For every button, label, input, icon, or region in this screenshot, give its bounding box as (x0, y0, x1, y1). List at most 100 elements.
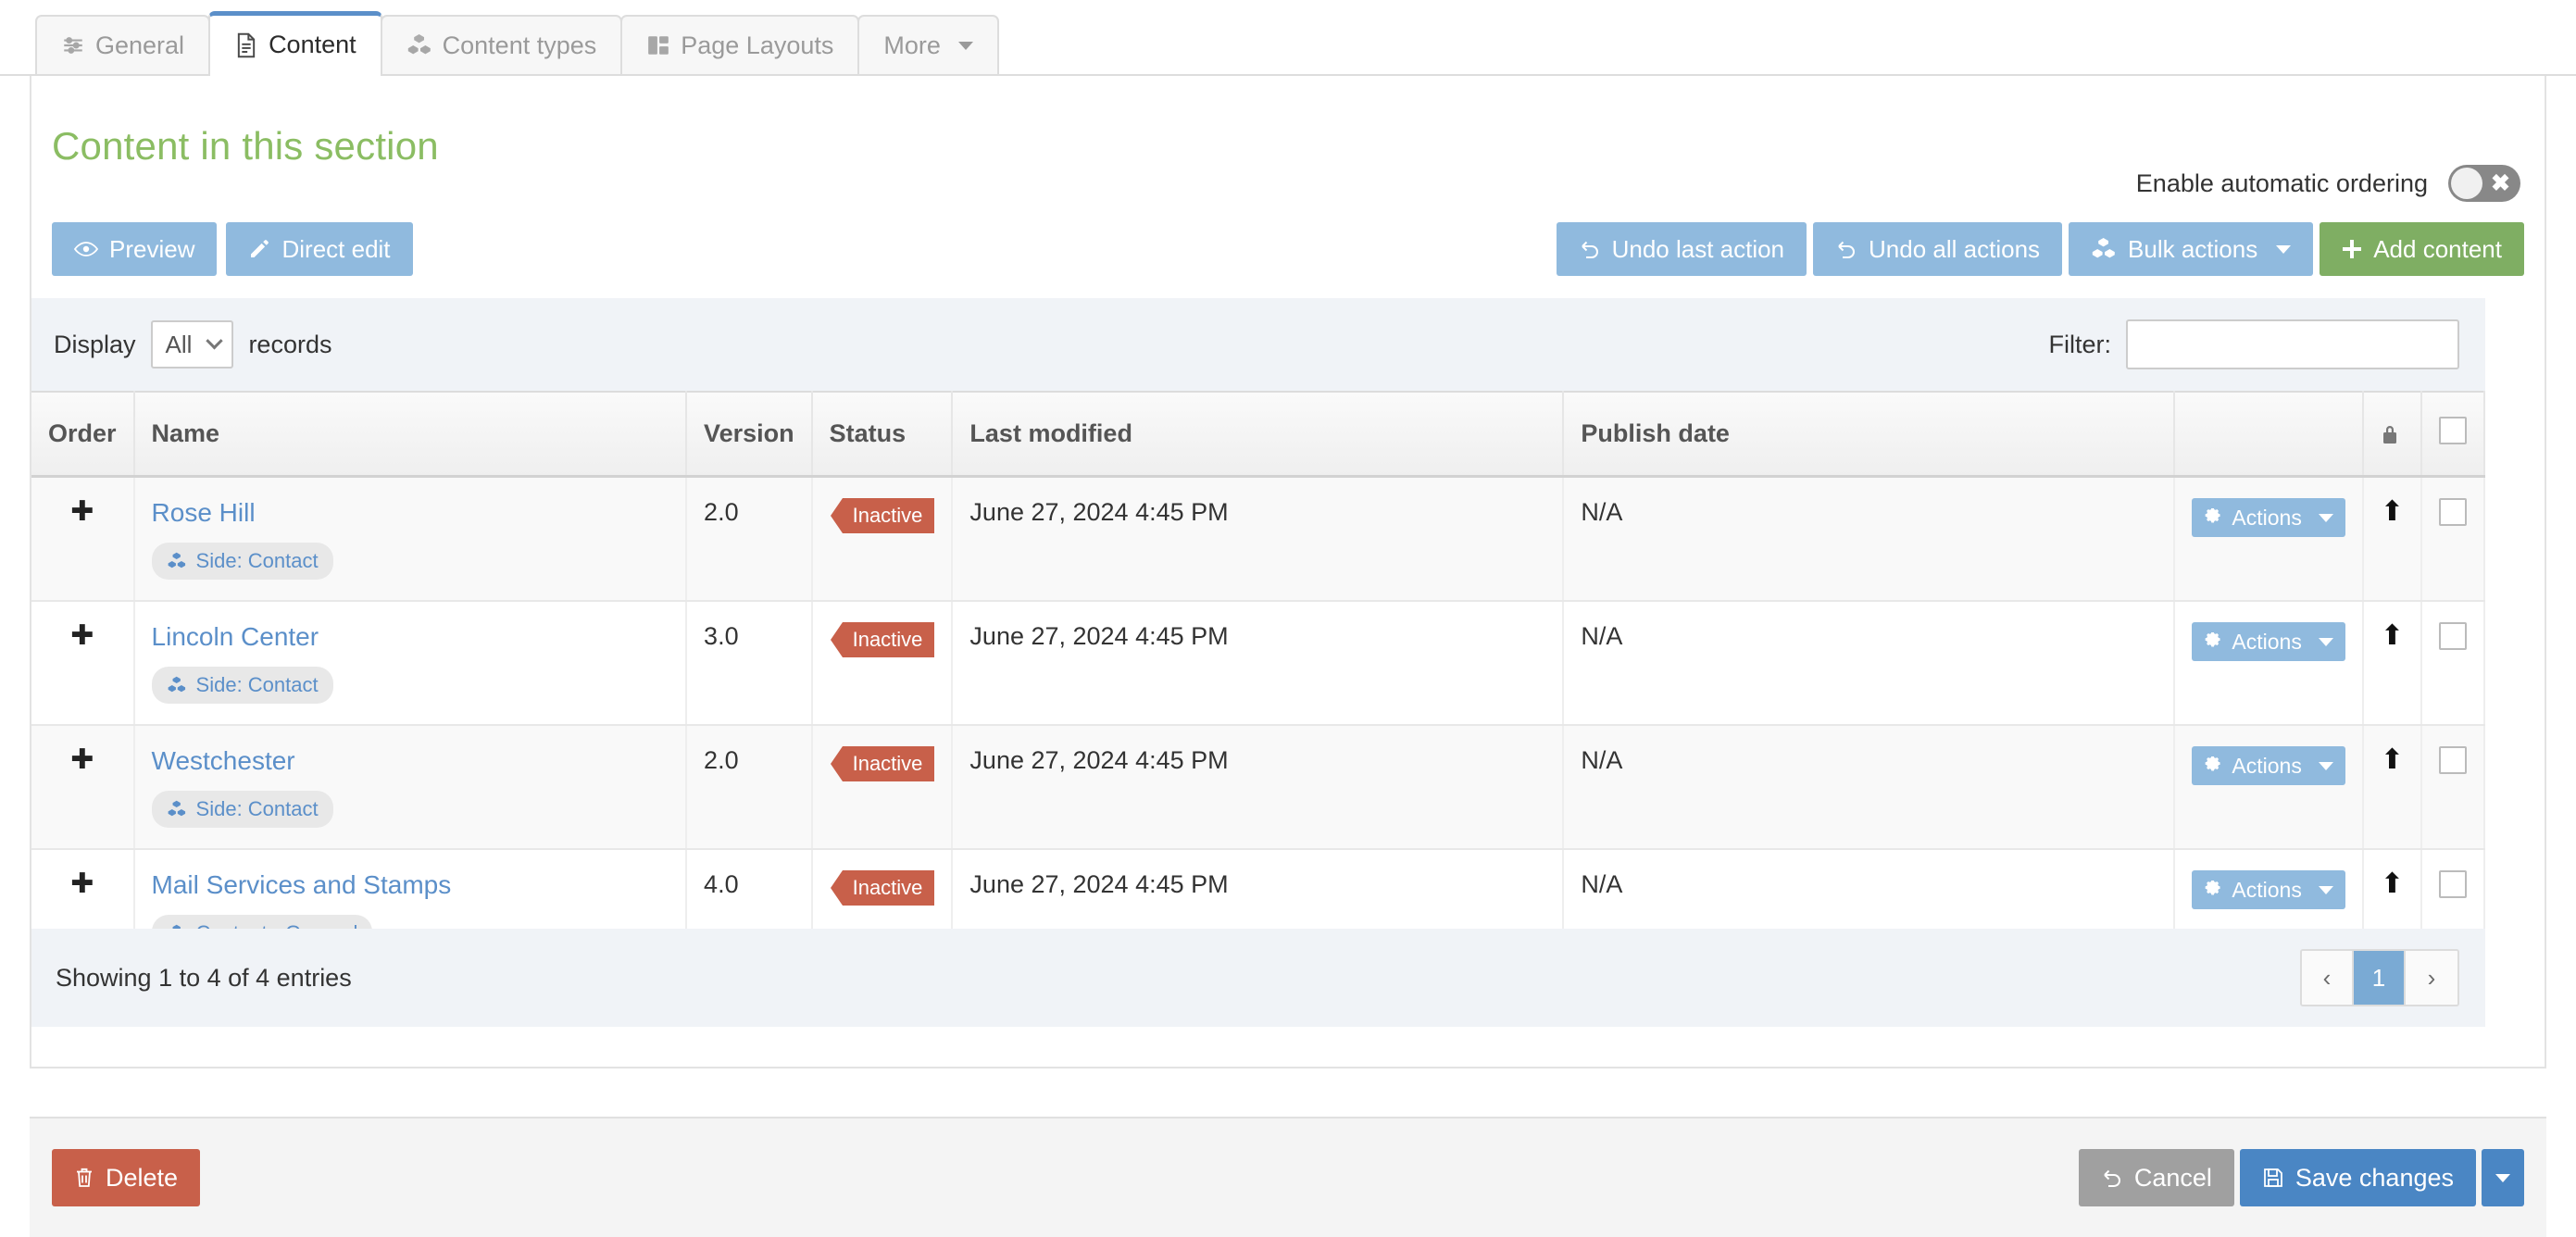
move-up-arrow-icon[interactable]: ⬆ (2381, 868, 2404, 899)
status-badge: Inactive (843, 622, 935, 657)
column-header-version[interactable]: Version (686, 392, 812, 477)
content-type-badge-label: Side: Contact (196, 549, 319, 573)
row-actions-label: Actions (2232, 878, 2301, 903)
records-per-page-select[interactable]: All (151, 320, 234, 369)
pagination-prev[interactable]: ‹ (2302, 951, 2354, 1005)
select-all-checkbox[interactable] (2439, 417, 2467, 444)
table-footer: Showing 1 to 4 of 4 entries ‹ 1 › (31, 929, 2485, 1027)
pagination-page-1[interactable]: 1 (2354, 951, 2406, 1005)
chevron-down-icon (2319, 514, 2333, 522)
direct-edit-button[interactable]: Direct edit (226, 222, 412, 276)
row-actions-button[interactable]: Actions (2192, 870, 2345, 909)
tab-general[interactable]: General (35, 15, 210, 74)
move-up-arrow-icon[interactable]: ⬆ (2381, 620, 2404, 651)
save-icon (2262, 1167, 2284, 1189)
row-checkbox[interactable] (2439, 746, 2467, 774)
tab-content[interactable]: Content (208, 11, 382, 76)
row-move-up-cell: ⬆ (2363, 477, 2421, 602)
chevron-down-icon (2319, 638, 2333, 646)
lock-icon (2381, 423, 2404, 445)
column-header-publish-date[interactable]: Publish date (1563, 392, 2174, 477)
row-actions-cell: Actions (2174, 725, 2362, 849)
pagination-next[interactable]: › (2406, 951, 2457, 1005)
filter-input[interactable] (2126, 319, 2459, 369)
column-header-last-modified[interactable]: Last modified (952, 392, 1563, 477)
column-header-order[interactable]: Order (31, 392, 134, 477)
pencil-icon (248, 238, 270, 260)
undo-last-action-label: Undo last action (1612, 235, 1784, 264)
tab-more[interactable]: More (857, 15, 999, 74)
tab-bar: General Content Content types (0, 0, 2576, 76)
content-name-link[interactable]: Mail Services and Stamps (152, 870, 452, 900)
save-changes-button[interactable]: Save changes (2240, 1149, 2476, 1206)
automatic-ordering-toggle[interactable]: ✖ (2448, 165, 2520, 202)
column-header-actions (2174, 392, 2362, 477)
row-name-cell: Lincoln Center Side: Contact (134, 601, 687, 725)
chevron-down-icon (2319, 886, 2333, 894)
bulk-actions-button[interactable]: Bulk actions (2069, 222, 2313, 276)
cancel-button[interactable]: Cancel (2079, 1149, 2234, 1206)
table-row: ✚ Rose Hill Side: Contact (31, 477, 2484, 602)
toggle-knob (2451, 168, 2482, 199)
entries-summary: Showing 1 to 4 of 4 entries (56, 964, 352, 993)
content-name-link[interactable]: Lincoln Center (152, 622, 319, 652)
content-table: Order Name Version Status Last modified … (31, 391, 2485, 974)
content-type-badge-label: Side: Contact (196, 673, 319, 697)
table-header: Order Name Version Status Last modified … (31, 392, 2484, 477)
document-icon (234, 32, 258, 58)
undo-last-action-button[interactable]: Undo last action (1557, 222, 1807, 276)
bottom-left-actions: Delete (52, 1149, 200, 1206)
content-section-page: General Content Content types (0, 0, 2576, 1237)
row-version-cell: 2.0 (686, 725, 812, 849)
row-publish-date-cell: N/A (1563, 725, 2174, 849)
save-changes-label: Save changes (2295, 1164, 2454, 1193)
save-options-dropdown-button[interactable] (2482, 1149, 2524, 1206)
content-type-badge-label: Side: Contact (196, 797, 319, 821)
content-name-link[interactable]: Westchester (152, 746, 295, 776)
drag-handle-icon[interactable]: ✚ (70, 746, 94, 774)
row-checkbox[interactable] (2439, 870, 2467, 898)
row-checkbox[interactable] (2439, 498, 2467, 526)
row-actions-button[interactable]: Actions (2192, 746, 2345, 785)
column-header-status[interactable]: Status (812, 392, 953, 477)
row-name-cell: Rose Hill Side: Contact (134, 477, 687, 602)
undo-all-actions-button[interactable]: Undo all actions (1813, 222, 2062, 276)
row-last-modified-cell: June 27, 2024 4:45 PM (952, 601, 1563, 725)
drag-handle-icon[interactable]: ✚ (70, 498, 94, 526)
preview-button[interactable]: Preview (52, 222, 217, 276)
undo-icon (2101, 1167, 2123, 1189)
row-select-cell (2421, 725, 2484, 849)
drag-handle-icon[interactable]: ✚ (70, 622, 94, 650)
row-publish-date-cell: N/A (1563, 601, 2174, 725)
row-actions-cell: Actions (2174, 477, 2362, 602)
row-actions-cell: Actions (2174, 601, 2362, 725)
drag-handle-icon[interactable]: ✚ (70, 870, 94, 898)
delete-button[interactable]: Delete (52, 1149, 200, 1206)
content-type-badge: Side: Contact (152, 543, 333, 580)
row-actions-button[interactable]: Actions (2192, 498, 2345, 537)
table-row: ✚ Lincoln Center Side: Contact (31, 601, 2484, 725)
preview-label: Preview (109, 235, 194, 264)
chevron-down-icon (206, 332, 223, 349)
gear-icon (2204, 756, 2222, 775)
display-records-control: Display All records (54, 320, 331, 369)
trash-icon (74, 1167, 94, 1189)
row-actions-button[interactable]: Actions (2192, 622, 2345, 661)
table-header-row: Order Name Version Status Last modified … (31, 392, 2484, 477)
undo-icon (1835, 238, 1857, 260)
undo-icon (1579, 238, 1601, 260)
tab-page-layouts[interactable]: Page Layouts (620, 15, 859, 74)
column-header-name[interactable]: Name (134, 392, 687, 477)
move-up-arrow-icon[interactable]: ⬆ (2381, 744, 2404, 775)
content-name-link[interactable]: Rose Hill (152, 498, 256, 528)
blocks-icon (167, 800, 187, 818)
chevron-down-icon (2495, 1174, 2510, 1182)
row-move-up-cell: ⬆ (2363, 725, 2421, 849)
row-actions-label: Actions (2232, 630, 2301, 655)
plus-icon (2342, 239, 2362, 259)
tab-content-types[interactable]: Content types (381, 15, 623, 74)
move-up-arrow-icon[interactable]: ⬆ (2381, 496, 2404, 527)
row-name-cell: Westchester Side: Contact (134, 725, 687, 849)
add-content-button[interactable]: Add content (2320, 222, 2524, 276)
row-checkbox[interactable] (2439, 622, 2467, 650)
